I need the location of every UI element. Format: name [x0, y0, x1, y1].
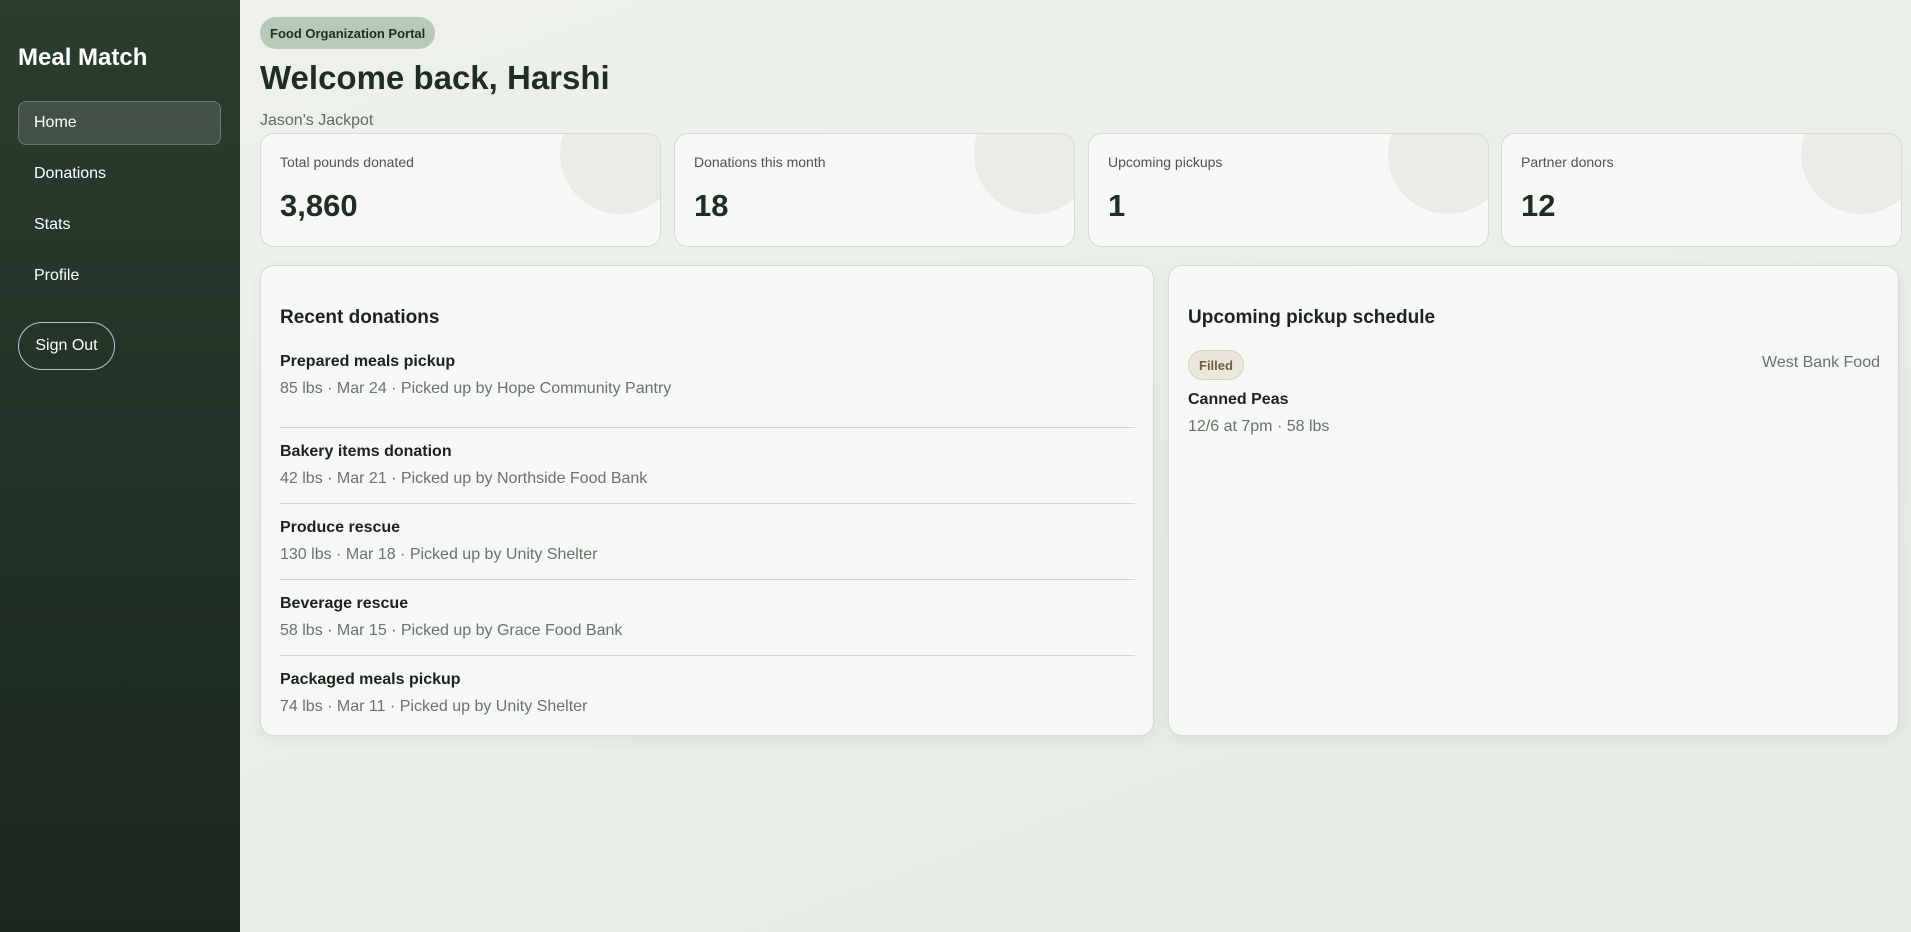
sidebar-item-profile[interactable]: Profile [18, 254, 221, 298]
recent-donations-panel: Recent donations Prepared meals pickup 8… [260, 265, 1154, 736]
sidebar-item-home[interactable]: Home [18, 101, 221, 145]
donation-list: Prepared meals pickup 85 lbs · Mar 24 · … [280, 352, 1135, 732]
stat-value: 12 [1521, 188, 1556, 223]
panel-title: Recent donations [280, 307, 440, 328]
donation-name: Bakery items donation [280, 443, 452, 460]
stat-card-upcoming-pickups: Upcoming pickups 1 [1088, 133, 1489, 247]
pickup-organization: West Bank Food [1762, 354, 1880, 371]
page-title: Welcome back, Harshi [260, 59, 610, 96]
list-item[interactable]: Packaged meals pickup 74 lbs · Mar 11 · … [280, 656, 1135, 732]
stat-value: 18 [694, 188, 729, 223]
card-decoration [560, 134, 660, 214]
stat-label: Partner donors [1521, 154, 1614, 170]
stat-value: 1 [1108, 188, 1126, 223]
panel-title: Upcoming pickup schedule [1188, 307, 1436, 328]
donation-meta: 74 lbs · Mar 11 · Picked up by Unity She… [280, 698, 588, 715]
card-decoration [1388, 134, 1488, 214]
card-decoration [1801, 134, 1901, 214]
sidebar: Meal Match Home Donations Stats Profile … [0, 0, 240, 932]
stat-label: Upcoming pickups [1108, 154, 1223, 170]
stat-label: Donations this month [694, 154, 826, 170]
donation-meta: 58 lbs · Mar 15 · Picked up by Grace Foo… [280, 622, 623, 639]
stat-card-partner-donors: Partner donors 12 [1501, 133, 1902, 247]
pickup-meta: 12/6 at 7pm · 58 lbs [1188, 418, 1330, 435]
list-item[interactable]: Bakery items donation 42 lbs · Mar 21 · … [280, 428, 1135, 504]
donation-name: Beverage rescue [280, 595, 409, 612]
pickup-schedule-panel: Upcoming pickup schedule Filled West Ban… [1168, 265, 1899, 736]
stat-card-donations-month: Donations this month 18 [674, 133, 1075, 247]
list-item[interactable]: Beverage rescue 58 lbs · Mar 15 · Picked… [280, 580, 1135, 656]
organization-name: Jason's Jackpot [260, 112, 374, 129]
donation-meta: 42 lbs · Mar 21 · Picked up by Northside… [280, 470, 648, 487]
sidebar-item-stats[interactable]: Stats [18, 203, 221, 247]
card-decoration [974, 134, 1074, 214]
stat-value: 3,860 [280, 188, 358, 223]
portal-badge: Food Organization Portal [260, 17, 436, 49]
donation-name: Produce rescue [280, 519, 401, 536]
donation-name: Packaged meals pickup [280, 671, 461, 688]
list-item[interactable]: Prepared meals pickup 85 lbs · Mar 24 · … [280, 352, 1135, 428]
sidebar-item-donations[interactable]: Donations [18, 152, 221, 196]
list-item[interactable]: Produce rescue 130 lbs · Mar 18 · Picked… [280, 504, 1135, 580]
stat-card-total-pounds: Total pounds donated 3,860 [260, 133, 661, 247]
sign-out-button[interactable]: Sign Out [18, 322, 115, 370]
pickup-name: Canned Peas [1188, 391, 1289, 408]
stat-label: Total pounds donated [280, 154, 414, 170]
app-brand: Meal Match [18, 44, 148, 71]
donation-name: Prepared meals pickup [280, 353, 456, 370]
donation-meta: 85 lbs · Mar 24 · Picked up by Hope Comm… [280, 380, 672, 397]
donation-meta: 130 lbs · Mar 18 · Picked up by Unity Sh… [280, 546, 598, 563]
status-badge: Filled [1188, 350, 1244, 380]
sidebar-nav: Home Donations Stats Profile [18, 101, 221, 305]
